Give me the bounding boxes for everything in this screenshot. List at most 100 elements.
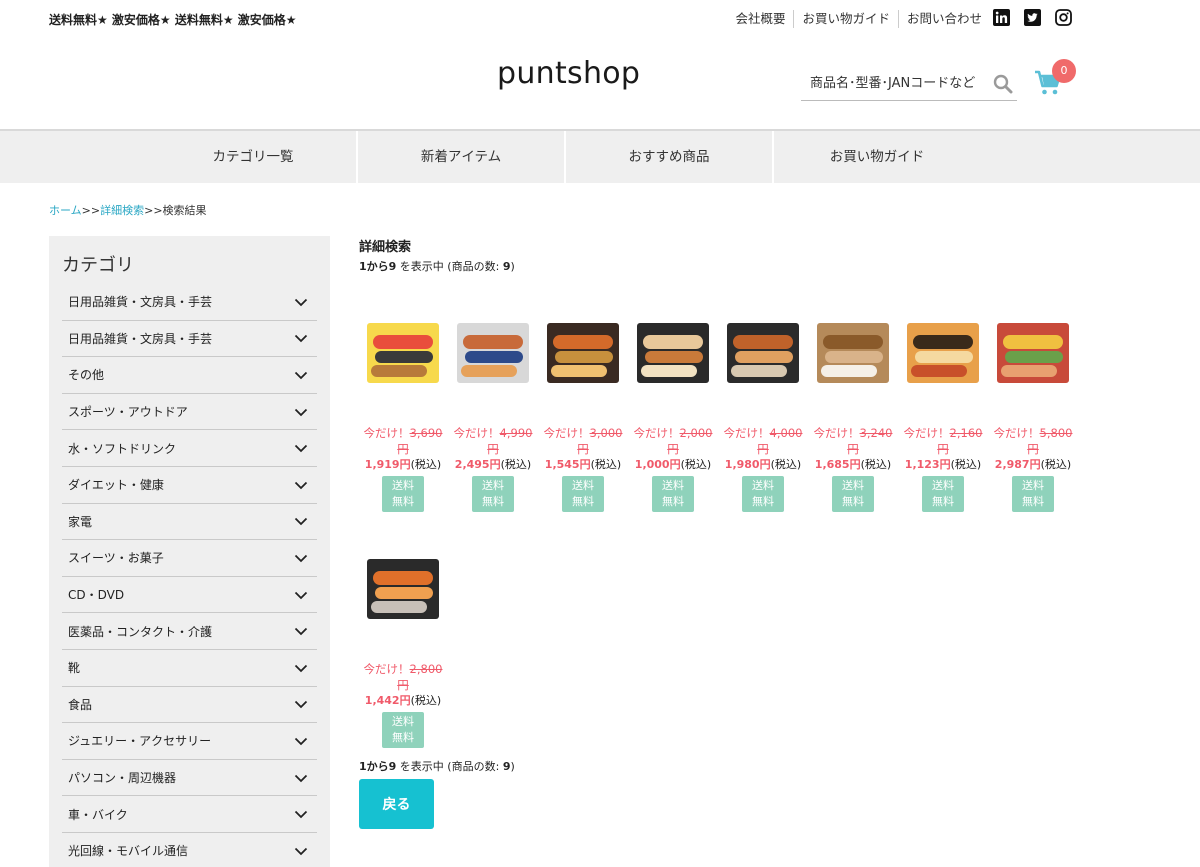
- category-item[interactable]: その他: [62, 357, 317, 394]
- chevron-down-icon[interactable]: [294, 771, 308, 785]
- chevron-down-icon[interactable]: [294, 478, 308, 492]
- product-image[interactable]: [363, 545, 443, 633]
- category-item[interactable]: 日用品雑貨・文房具・手芸: [62, 321, 317, 358]
- chevron-down-icon[interactable]: [294, 441, 308, 455]
- product-card[interactable]: 今だけ！4,000円 1,980円(税込) 送料 無料: [718, 309, 808, 512]
- results-count-close: ): [510, 260, 515, 273]
- product-image[interactable]: [363, 309, 443, 397]
- sale-price: 1,685円: [814, 458, 861, 471]
- category-item[interactable]: 家電: [62, 504, 317, 541]
- category-item[interactable]: 食品: [62, 687, 317, 724]
- nav-shopping-guide[interactable]: お買い物ガイド: [774, 131, 980, 183]
- sale-price-line: 今だけ！2,000円: [628, 425, 718, 457]
- chevron-down-icon[interactable]: [294, 697, 308, 711]
- search-icon[interactable]: [993, 74, 1013, 94]
- product-image[interactable]: [633, 309, 713, 397]
- tax-label: (税込): [500, 458, 532, 471]
- category-item[interactable]: 靴: [62, 650, 317, 687]
- sale-price: 1,000円: [634, 458, 681, 471]
- category-item[interactable]: 光回線・モバイル通信: [62, 833, 317, 867]
- search-input[interactable]: [801, 67, 981, 99]
- back-button[interactable]: 戻る: [359, 779, 434, 829]
- product-image[interactable]: [453, 309, 533, 397]
- category-item[interactable]: ジュエリー・アクセサリー: [62, 723, 317, 760]
- instagram-icon[interactable]: [1055, 9, 1072, 26]
- badge-line: 無料: [392, 731, 414, 744]
- badge-line: 無料: [662, 495, 684, 508]
- product-photo: [367, 559, 439, 619]
- price-line: 1,000円(税込): [628, 457, 718, 473]
- product-card[interactable]: 今だけ！2,800円 1,442円(税込) 送料 無料: [358, 545, 448, 748]
- nav-recommended[interactable]: おすすめ商品: [566, 131, 772, 183]
- site-logo[interactable]: puntshop: [497, 56, 640, 91]
- category-item[interactable]: スイーツ・お菓子: [62, 540, 317, 577]
- product-image[interactable]: [723, 309, 803, 397]
- social-links: [993, 9, 1072, 26]
- linkedin-icon[interactable]: [993, 9, 1010, 26]
- contact-link[interactable]: お問い合わせ: [897, 10, 990, 28]
- chevron-down-icon[interactable]: [294, 588, 308, 602]
- chevron-down-icon[interactable]: [294, 331, 308, 345]
- product-image[interactable]: [813, 309, 893, 397]
- product-card[interactable]: 今だけ！4,990円 2,495円(税込) 送料 無料: [448, 309, 538, 512]
- breadcrumb-advanced-search[interactable]: 詳細検索: [100, 204, 144, 217]
- tax-label: (税込): [680, 458, 712, 471]
- nav-new-items[interactable]: 新着アイテム: [358, 131, 564, 183]
- category-label: 家電: [68, 514, 93, 529]
- sale-price-line: 今だけ！2,160円: [898, 425, 988, 457]
- product-card[interactable]: 今だけ！2,160円 1,123円(税込) 送料 無料: [898, 309, 988, 512]
- category-item[interactable]: 水・ソフトドリンク: [62, 430, 317, 467]
- price-line: 1,919円(税込): [358, 457, 448, 473]
- promo-label: 今だけ！: [993, 426, 1040, 440]
- product-card[interactable]: 今だけ！5,800円 2,987円(税込) 送料 無料: [988, 309, 1078, 512]
- company-link[interactable]: 会社概要: [727, 10, 793, 28]
- chevron-down-icon[interactable]: [294, 368, 308, 382]
- nav-category-list[interactable]: カテゴリ一覧: [150, 131, 356, 183]
- chevron-down-icon[interactable]: [294, 551, 308, 565]
- category-item[interactable]: パソコン・周辺機器: [62, 760, 317, 797]
- main-nav: カテゴリ一覧 新着アイテム おすすめ商品 お買い物ガイド: [0, 129, 1200, 183]
- breadcrumb-home[interactable]: ホーム: [49, 204, 82, 217]
- search-box: [801, 67, 1017, 101]
- category-item[interactable]: ダイエット・健康: [62, 467, 317, 504]
- product-photo: [547, 323, 619, 383]
- product-photo: [907, 323, 979, 383]
- product-card[interactable]: 今だけ！3,240円 1,685円(税込) 送料 無料: [808, 309, 898, 512]
- category-label: 日用品雑貨・文房具・手芸: [68, 295, 213, 310]
- badge-line: 送料: [572, 479, 594, 492]
- breadcrumb-separator: >>: [81, 204, 101, 217]
- category-item[interactable]: 車・バイク: [62, 796, 317, 833]
- product-image[interactable]: [993, 309, 1073, 397]
- free-shipping-badge: 送料 無料: [472, 476, 514, 512]
- chevron-down-icon[interactable]: [294, 405, 308, 419]
- sale-price-line: 今だけ！4,990円: [448, 425, 538, 457]
- product-image[interactable]: [903, 309, 983, 397]
- announcement-banner: 送料無料★ 激安価格★ 送料無料★ 激安価格★: [49, 13, 297, 27]
- twitter-icon[interactable]: [1024, 9, 1041, 26]
- category-item[interactable]: 医薬品・コンタクト・介護: [62, 613, 317, 650]
- product-photo: [367, 323, 439, 383]
- badge-line: 無料: [392, 495, 414, 508]
- product-image[interactable]: [543, 309, 623, 397]
- chevron-down-icon[interactable]: [294, 844, 308, 858]
- category-label: 日用品雑貨・文房具・手芸: [68, 331, 213, 346]
- product-card[interactable]: 今だけ！3,000円 1,545円(税込) 送料 無料: [538, 309, 628, 512]
- chevron-down-icon[interactable]: [294, 624, 308, 638]
- category-list: 日用品雑貨・文房具・手芸 日用品雑貨・文房具・手芸 その他 スポーツ・アウトドア…: [62, 284, 317, 867]
- free-shipping-badge: 送料 無料: [742, 476, 784, 512]
- category-item[interactable]: CD・DVD: [62, 577, 317, 614]
- chevron-down-icon[interactable]: [294, 514, 308, 528]
- sale-price: 1,980円: [724, 458, 771, 471]
- category-item[interactable]: 日用品雑貨・文房具・手芸: [62, 284, 317, 321]
- chevron-down-icon[interactable]: [294, 734, 308, 748]
- product-card[interactable]: 今だけ！3,690円 1,919円(税込) 送料 無料: [358, 309, 448, 512]
- tax-label: (税込): [410, 458, 442, 471]
- shopping-guide-link[interactable]: お買い物ガイド: [793, 10, 898, 28]
- chevron-down-icon[interactable]: [294, 295, 308, 309]
- price-line: 1,685円(税込): [808, 457, 898, 473]
- chevron-down-icon[interactable]: [294, 661, 308, 675]
- category-item[interactable]: スポーツ・アウトドア: [62, 394, 317, 431]
- sale-price: 2,495円: [454, 458, 501, 471]
- chevron-down-icon[interactable]: [294, 807, 308, 821]
- product-card[interactable]: 今だけ！2,000円 1,000円(税込) 送料 無料: [628, 309, 718, 512]
